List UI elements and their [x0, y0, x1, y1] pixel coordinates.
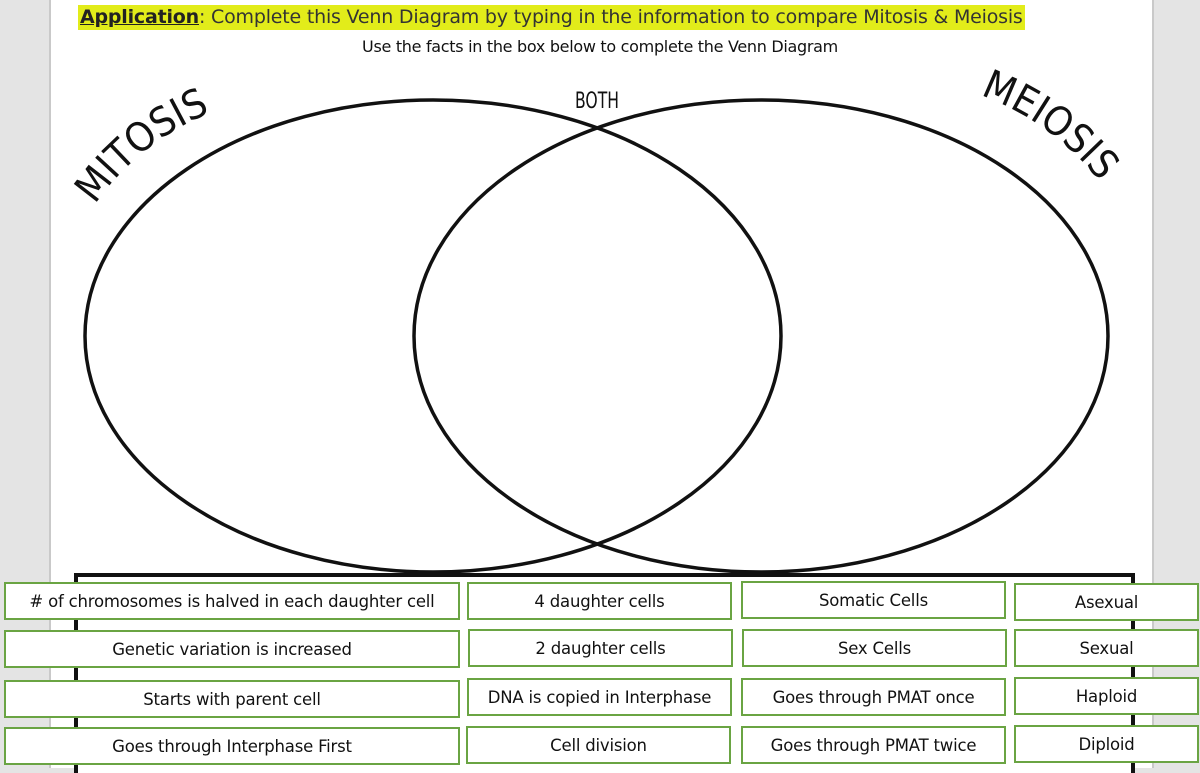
fact-card[interactable]: Asexual	[1014, 583, 1199, 621]
meiosis-label: MEIOSIS	[976, 62, 1127, 189]
mitosis-circle	[83, 98, 783, 574]
fact-card[interactable]: Haploid	[1014, 677, 1199, 715]
fact-card[interactable]: Goes through PMAT once	[741, 678, 1006, 716]
fact-card[interactable]: Somatic Cells	[741, 581, 1006, 619]
fact-card[interactable]: Genetic variation is increased	[4, 630, 460, 668]
mitosis-label: MITOSIS	[66, 80, 214, 211]
fact-card[interactable]: DNA is copied in Interphase	[467, 678, 732, 716]
fact-card[interactable]: Starts with parent cell	[4, 680, 460, 718]
fact-card[interactable]: Goes through PMAT twice	[741, 726, 1006, 764]
meiosis-circle	[412, 98, 1110, 574]
fact-card[interactable]: Sexual	[1014, 629, 1199, 667]
fact-card[interactable]: Goes through Interphase First	[4, 727, 460, 765]
fact-card[interactable]: 4 daughter cells	[467, 582, 732, 620]
fact-card[interactable]: # of chromosomes is halved in each daugh…	[4, 582, 460, 620]
fact-card[interactable]: 2 daughter cells	[468, 629, 733, 667]
fact-card[interactable]: Cell division	[466, 726, 731, 764]
fact-card[interactable]: Diploid	[1014, 725, 1199, 763]
fact-card[interactable]: Sex Cells	[742, 629, 1007, 667]
both-label: BOTH	[575, 89, 619, 114]
